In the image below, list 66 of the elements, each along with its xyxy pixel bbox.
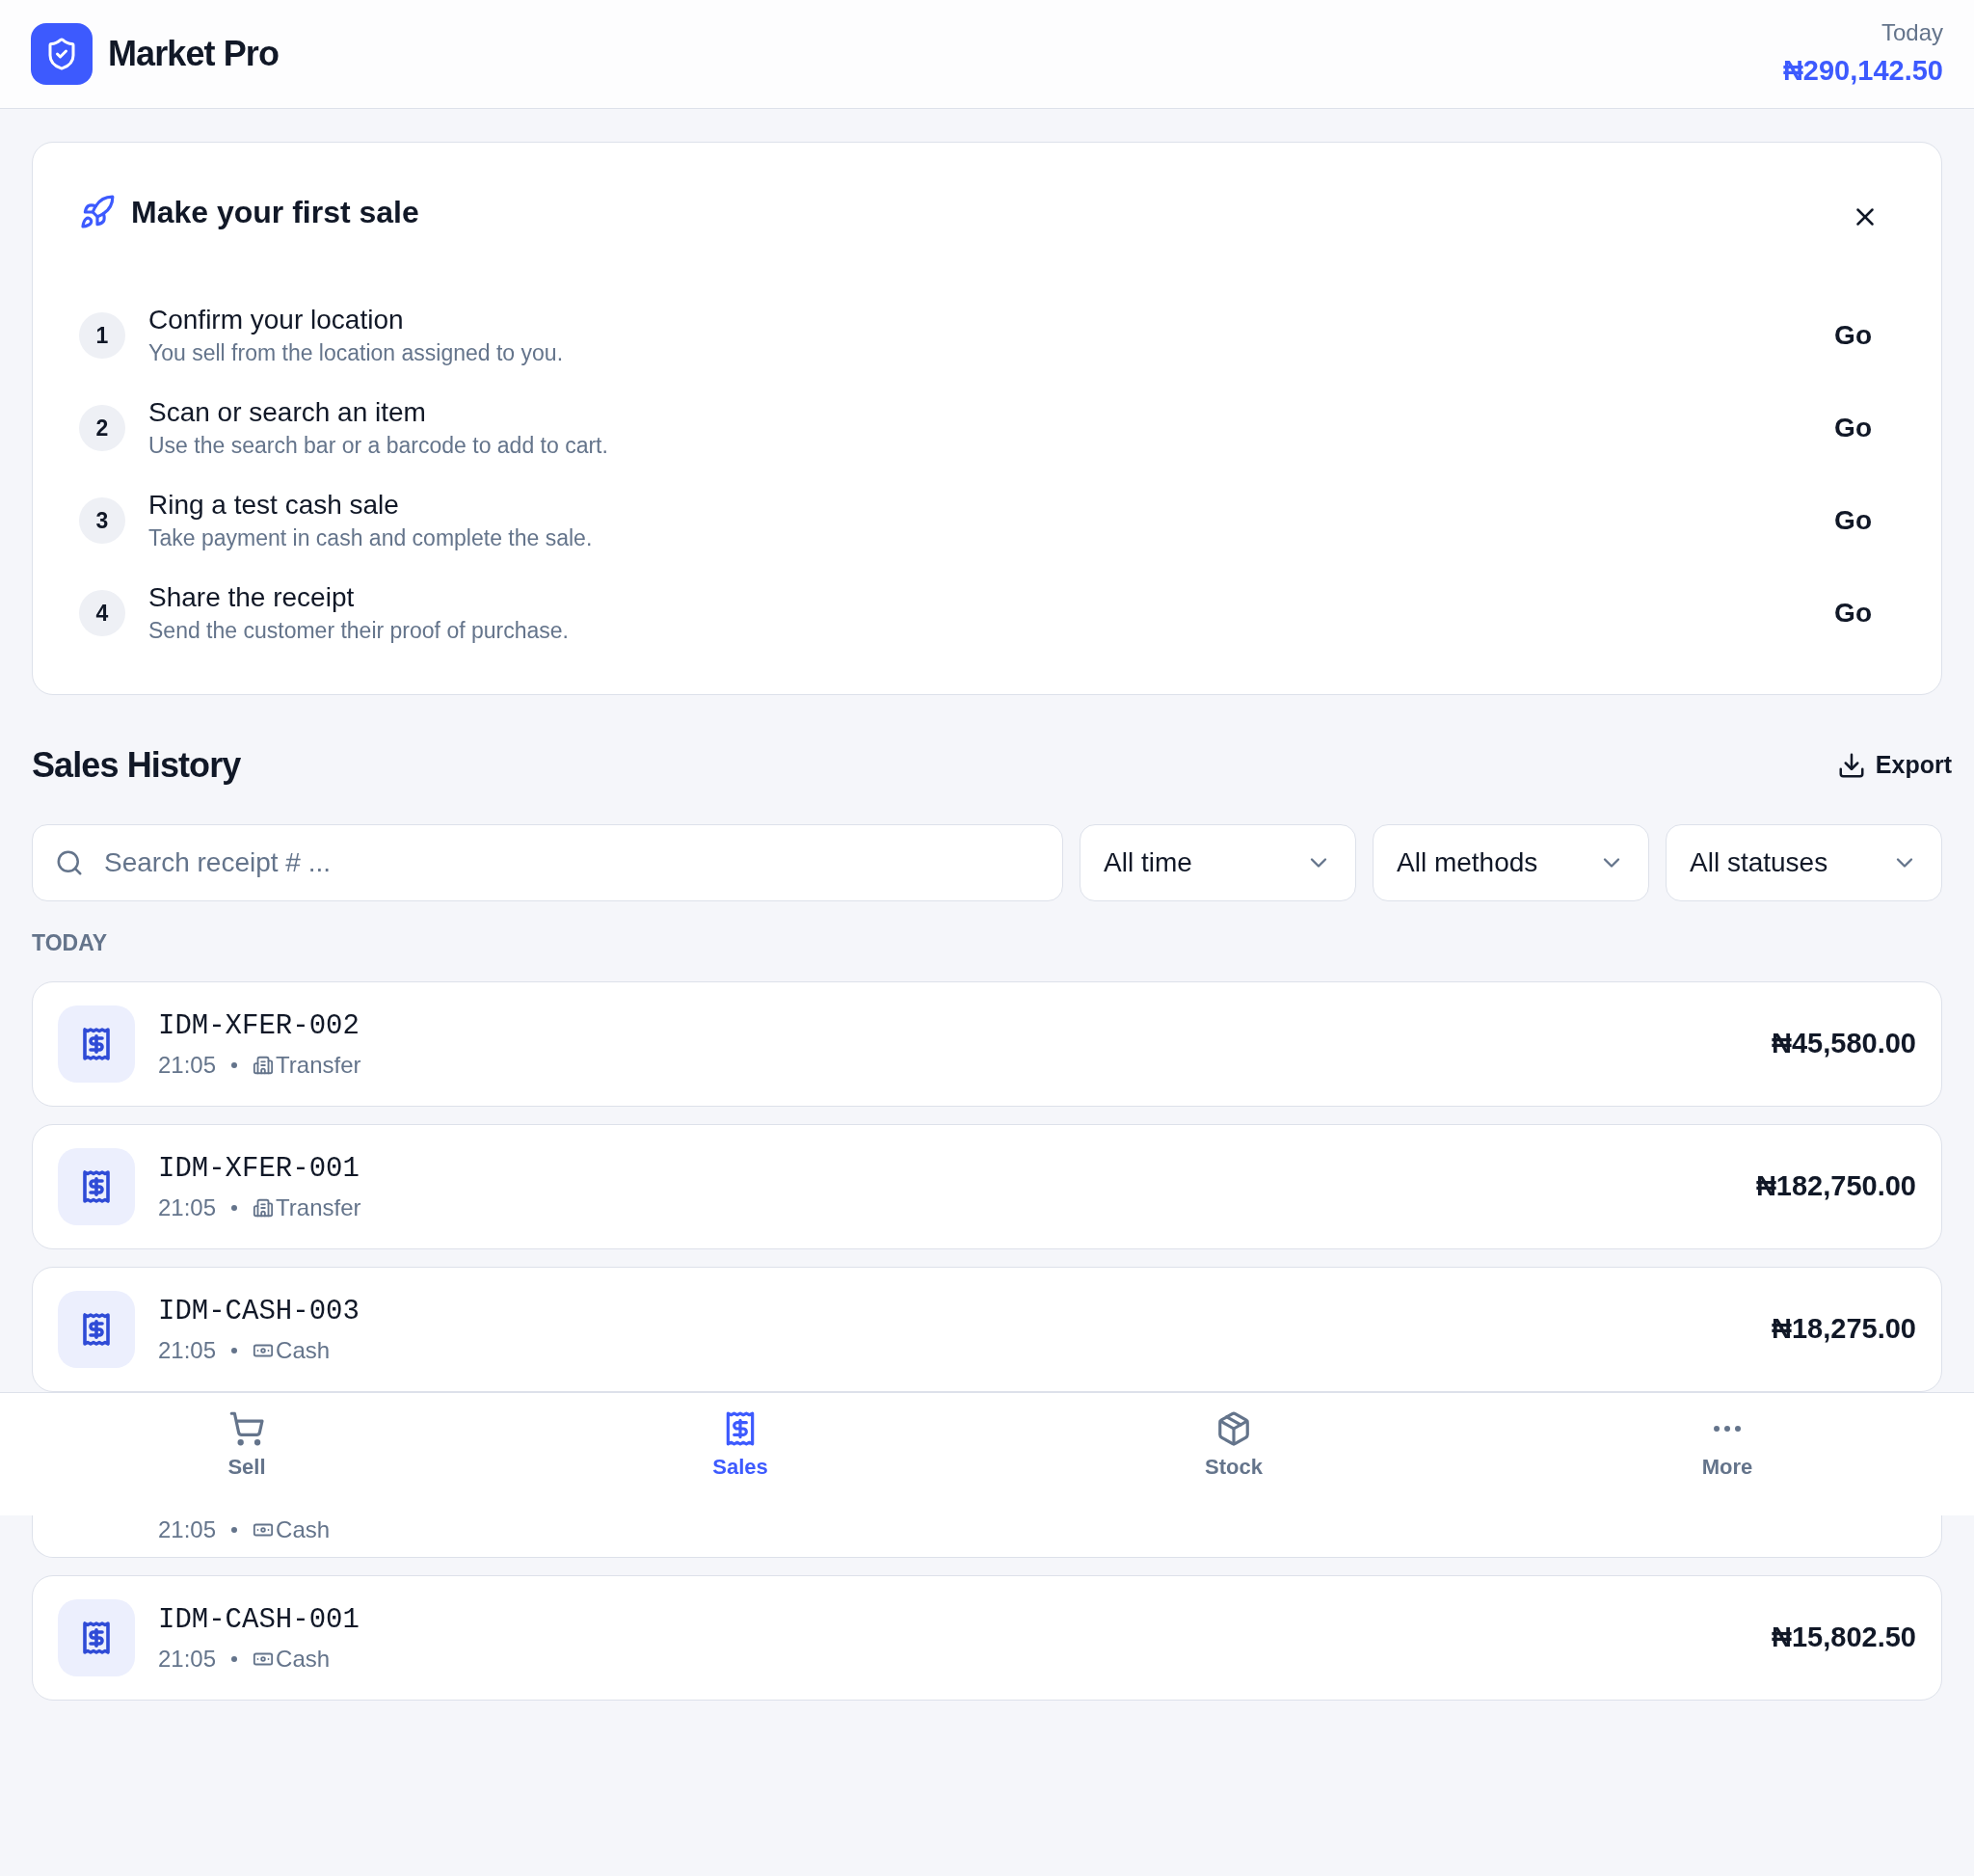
sale-time: 21:05 xyxy=(158,1050,217,1080)
payment-method: Cash xyxy=(276,1335,331,1365)
step-number: 2 xyxy=(79,405,125,451)
payment-method: Cash xyxy=(276,1514,331,1544)
payment-method: Transfer xyxy=(276,1193,361,1222)
payment-method: Cash xyxy=(276,1644,331,1674)
sale-row[interactable]: IDM-XFER-002 21:05 Transfer ₦45,580.00 xyxy=(32,980,1942,1107)
sale-amount: ₦45,580.00 xyxy=(1772,1026,1916,1060)
search-icon xyxy=(55,848,84,877)
filter-dropdown[interactable]: All methods xyxy=(1373,824,1649,901)
step-number: 1 xyxy=(79,312,125,359)
step-description: Use the search bar or a barcode to add to cart. xyxy=(148,432,609,460)
sale-time: 21:05 xyxy=(158,1514,217,1544)
go-button[interactable]: Go xyxy=(1834,593,1872,633)
group-label: TODAY xyxy=(32,929,108,957)
receipt-number: IDM-XFER-001 xyxy=(158,1151,360,1187)
payment-method: Transfer xyxy=(276,1050,361,1080)
receipt-icon xyxy=(58,1147,135,1225)
sale-amount: ₦182,750.00 xyxy=(1755,1168,1916,1203)
filter-dropdown[interactable]: All time xyxy=(1080,824,1356,901)
filter-dropdown[interactable]: All statuses xyxy=(1666,824,1942,901)
receipt-icon xyxy=(58,1005,135,1083)
bank-icon xyxy=(253,1196,275,1219)
step-description: Send the customer their proof of purchase. xyxy=(148,617,570,645)
step-description: You sell from the location assigned to you. xyxy=(148,339,565,367)
receipt-number: IDM-XFER-002 xyxy=(158,1008,360,1044)
sale-row[interactable]: 21:05 Cash xyxy=(32,1514,1942,1558)
today-total: ₦290,142.50 xyxy=(1782,54,1943,89)
sale-time: 21:05 xyxy=(158,1193,217,1222)
more-icon xyxy=(1714,1425,1741,1432)
nav-tab[interactable]: Sell xyxy=(0,1392,494,1515)
nav-tab[interactable]: Stock xyxy=(987,1392,1480,1515)
cart-icon xyxy=(228,1409,265,1447)
box-icon xyxy=(1215,1409,1252,1447)
go-button[interactable]: Go xyxy=(1834,408,1872,448)
app-logo xyxy=(31,23,93,85)
search-field[interactable]: Search receipt # ... xyxy=(32,824,1063,901)
step-title: Scan or search an item xyxy=(148,396,427,429)
card-title: Make your first sale xyxy=(131,194,419,231)
sale-row[interactable]: IDM-CASH-001 21:05 Cash ₦15,802.50 xyxy=(32,1574,1942,1701)
sale-row[interactable]: IDM-XFER-001 21:05 Transfer ₦182,750.00 xyxy=(32,1123,1942,1249)
sale-row[interactable]: IDM-CASH-003 21:05 Cash ₦18,275.00 xyxy=(32,1266,1942,1392)
sale-amount: ₦18,275.00 xyxy=(1772,1311,1916,1346)
receipt-number: IDM-CASH-001 xyxy=(158,1602,360,1638)
step-description: Take payment in cash and complete the sale. xyxy=(148,524,594,552)
bank-icon xyxy=(253,1054,275,1076)
export-button[interactable]: Export xyxy=(1836,747,1952,784)
nav-tab[interactable]: More xyxy=(1480,1392,1974,1515)
step-title: Share the receipt xyxy=(148,581,356,614)
nav-tab[interactable]: Sales xyxy=(494,1392,987,1515)
step-title: Confirm your location xyxy=(148,304,405,336)
section-title: Sales History xyxy=(32,744,241,787)
today-label: Today xyxy=(1881,18,1943,48)
receipt-number: IDM-CASH-003 xyxy=(158,1294,360,1329)
sale-time: 21:05 xyxy=(158,1644,217,1674)
go-button[interactable]: Go xyxy=(1834,500,1872,541)
go-button[interactable]: Go xyxy=(1834,315,1872,356)
receipt-icon xyxy=(58,1598,135,1676)
receipt-icon xyxy=(58,1290,135,1368)
sale-amount: ₦15,802.50 xyxy=(1772,1620,1916,1654)
rocket-icon xyxy=(79,194,116,230)
step-title: Ring a test cash sale xyxy=(148,489,400,522)
step-number: 4 xyxy=(79,590,125,636)
app-name: Market Pro xyxy=(108,33,280,75)
sale-time: 21:05 xyxy=(158,1335,217,1365)
step-number: 3 xyxy=(79,497,125,544)
